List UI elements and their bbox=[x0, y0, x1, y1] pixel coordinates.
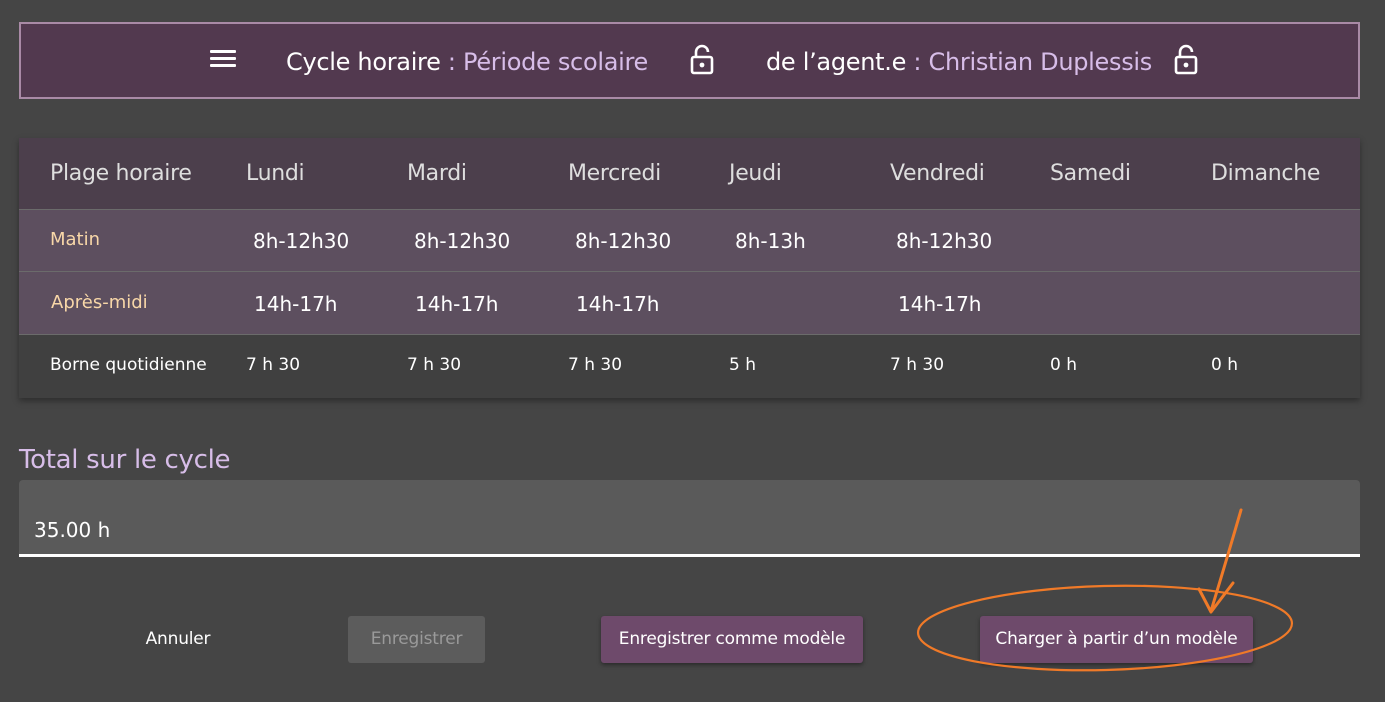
cell-matin-mardi[interactable]: 8h-12h30 bbox=[414, 229, 510, 253]
cell-matin-vendredi[interactable]: 8h-12h30 bbox=[896, 229, 992, 253]
cell-matin-jeudi[interactable]: 8h-13h bbox=[735, 229, 806, 253]
column-header-jeudi: Jeudi bbox=[729, 161, 782, 186]
table-row-borne-quotidienne: Borne quotidienne 7 h 30 7 h 30 7 h 30 5… bbox=[19, 335, 1360, 398]
cell-borne-mercredi: 7 h 30 bbox=[568, 355, 623, 375]
row-label-apres-midi: Après-midi bbox=[51, 292, 148, 313]
row-label-matin: Matin bbox=[50, 229, 101, 250]
cycle-separator: : bbox=[440, 48, 464, 76]
save-as-model-button[interactable]: Enregistrer comme modèle bbox=[601, 616, 863, 663]
table-row-matin: Matin 8h-12h30 8h-12h30 8h-12h30 8h-13h … bbox=[19, 210, 1360, 272]
agent-separator: : bbox=[906, 48, 929, 76]
cycle-title: Cycle horaire : Période scolaire bbox=[286, 48, 648, 76]
agent-lock-icon[interactable] bbox=[1173, 44, 1199, 76]
cycle-label: Cycle horaire bbox=[286, 48, 441, 76]
column-header-mardi: Mardi bbox=[407, 161, 467, 186]
total-value: 35.00 h bbox=[34, 518, 111, 542]
cell-borne-dimanche: 0 h bbox=[1211, 355, 1238, 375]
save-button[interactable]: Enregistrer bbox=[348, 616, 485, 663]
agent-title: de l’agent.e : Christian Duplessis bbox=[766, 48, 1152, 76]
column-header-vendredi: Vendredi bbox=[890, 161, 985, 186]
column-header-dimanche: Dimanche bbox=[1211, 161, 1321, 186]
cycle-value[interactable]: Période scolaire bbox=[463, 48, 648, 76]
schedule-table: Plage horaire Lundi Mardi Mercredi Jeudi… bbox=[19, 138, 1360, 398]
cell-apres-midi-lundi[interactable]: 14h-17h bbox=[254, 292, 337, 316]
cancel-button[interactable]: Annuler bbox=[127, 616, 229, 663]
column-header-mercredi: Mercredi bbox=[568, 161, 661, 186]
menu-icon[interactable] bbox=[210, 50, 236, 70]
load-from-model-button[interactable]: Charger à partir d’un modèle bbox=[980, 616, 1253, 663]
cell-matin-mercredi[interactable]: 8h-12h30 bbox=[575, 229, 671, 253]
cell-borne-samedi: 0 h bbox=[1050, 355, 1077, 375]
row-label-borne-quotidienne: Borne quotidienne bbox=[50, 355, 207, 375]
total-title: Total sur le cycle bbox=[19, 445, 231, 475]
total-field[interactable]: 35.00 h bbox=[19, 480, 1360, 557]
column-header-lundi: Lundi bbox=[246, 161, 305, 186]
column-header-plage: Plage horaire bbox=[50, 161, 192, 186]
table-header-row: Plage horaire Lundi Mardi Mercredi Jeudi… bbox=[19, 138, 1360, 210]
agent-label: de l’agent.e bbox=[766, 48, 907, 76]
cell-apres-midi-vendredi[interactable]: 14h-17h bbox=[898, 292, 981, 316]
schedule-header: Cycle horaire : Période scolaire de l’ag… bbox=[19, 22, 1360, 99]
table-row-apres-midi: Après-midi 14h-17h 14h-17h 14h-17h 14h-1… bbox=[19, 272, 1360, 335]
cell-borne-mardi: 7 h 30 bbox=[407, 355, 462, 375]
agent-value[interactable]: Christian Duplessis bbox=[929, 48, 1153, 76]
column-header-samedi: Samedi bbox=[1050, 161, 1131, 186]
annotation-arrow-head bbox=[1197, 581, 1235, 614]
cell-matin-lundi[interactable]: 8h-12h30 bbox=[253, 229, 349, 253]
cycle-lock-icon[interactable] bbox=[689, 44, 715, 76]
cell-borne-vendredi: 7 h 30 bbox=[890, 355, 945, 375]
cell-borne-jeudi: 5 h bbox=[729, 355, 756, 375]
cell-apres-midi-mardi[interactable]: 14h-17h bbox=[415, 292, 498, 316]
cell-borne-lundi: 7 h 30 bbox=[246, 355, 301, 375]
cell-apres-midi-mercredi[interactable]: 14h-17h bbox=[576, 292, 659, 316]
